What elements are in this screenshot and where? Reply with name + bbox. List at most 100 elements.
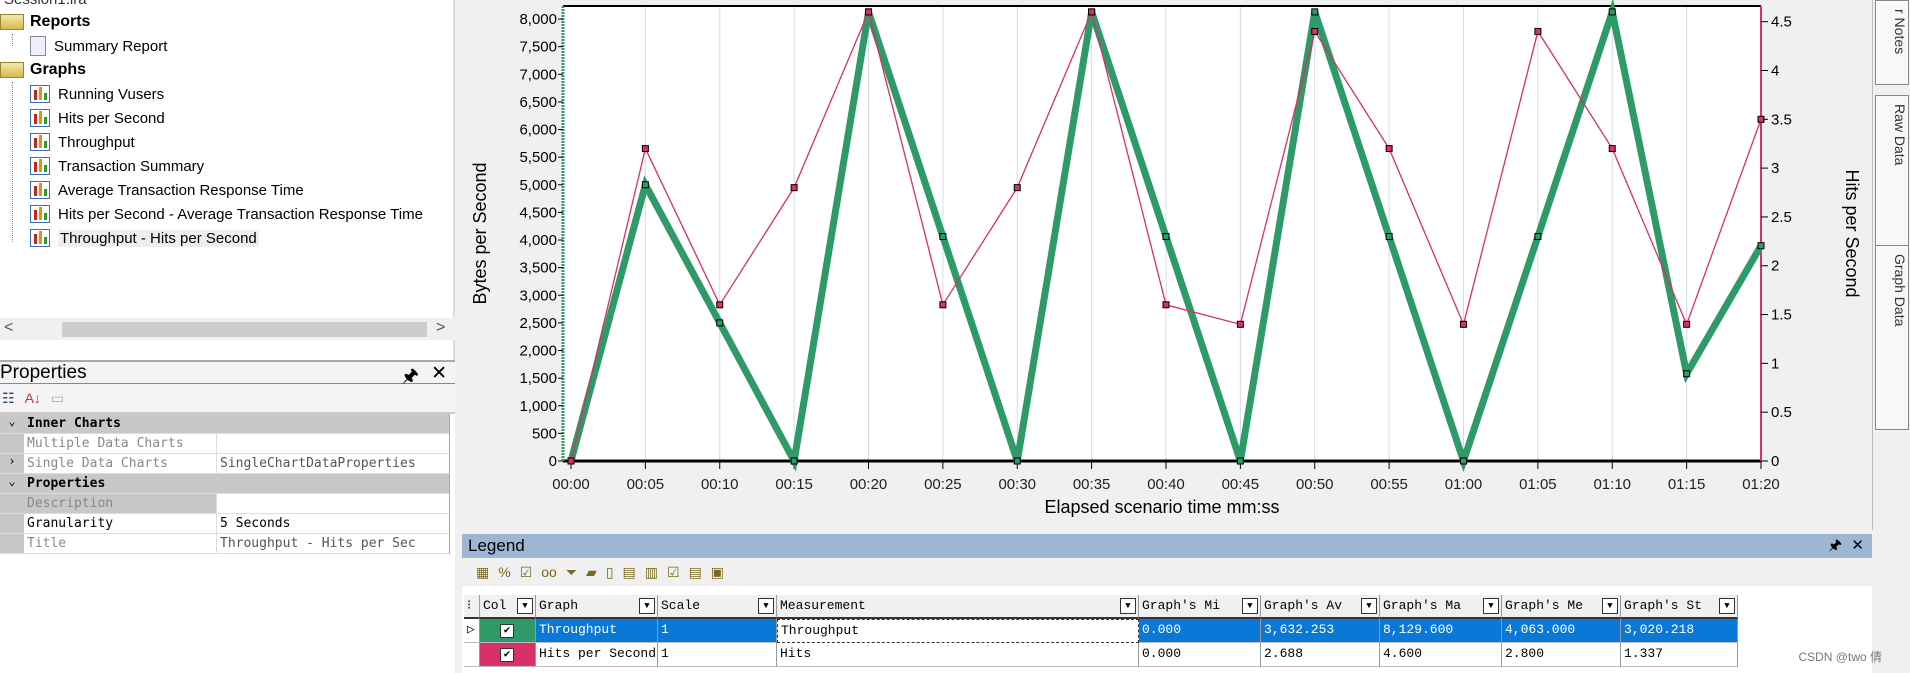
tree-node-reports[interactable]: Reports	[0, 11, 90, 33]
filter-icon[interactable]: ⏷	[566, 564, 577, 581]
configure-icon[interactable]: ▰	[586, 564, 597, 581]
row-selector[interactable]: ▷	[464, 619, 480, 643]
property-value[interactable]	[217, 494, 449, 513]
row-selector-header[interactable]: ⁝	[464, 595, 480, 619]
copy-icon[interactable]: ▯	[606, 564, 614, 581]
color-cell[interactable]: ✔	[480, 643, 536, 667]
graph-icon	[30, 157, 50, 175]
property-value[interactable]	[217, 434, 449, 453]
x-tick-label: 01:20	[1742, 476, 1780, 493]
table-icon[interactable]: ▤	[689, 564, 702, 581]
close-icon[interactable]: ✕	[1851, 534, 1864, 558]
expand-icon[interactable]	[0, 494, 24, 513]
column-header[interactable]: Graph's Mi ▼	[1139, 595, 1261, 619]
visibility-checkbox[interactable]: ✔	[500, 648, 514, 662]
data-point	[1385, 145, 1393, 153]
legend-row[interactable]: ▷ ✔ Throughput 1 Throughput 0.000 3,632.253 8,1…	[464, 619, 1738, 643]
show-icon[interactable]: ▦	[476, 564, 489, 581]
side-tabs: r Notes Raw Data Graph Data	[1872, 0, 1910, 530]
property-pages-icon[interactable]: ▭	[51, 390, 64, 407]
scroll-right-icon[interactable]: >	[436, 319, 445, 337]
hide-icon[interactable]: %	[498, 564, 510, 580]
show-only-selected-icon[interactable]: ☑	[520, 564, 533, 581]
side-tab[interactable]: r Notes	[1875, 0, 1909, 85]
session-tree: Session1.lra Reports Summary Report Grap…	[0, 0, 455, 365]
column-dropdown-icon[interactable]: ▼	[1361, 598, 1377, 614]
tree-item-summary-report[interactable]: Summary Report	[30, 35, 167, 57]
expand-icon[interactable]	[0, 434, 24, 453]
x-tick-label: 01:15	[1668, 476, 1706, 493]
pin-icon[interactable]: 🖈	[401, 362, 419, 394]
column-header[interactable]: Measurement ▼	[777, 595, 1139, 619]
tree-item-graph[interactable]: Hits per Second	[30, 107, 165, 129]
expand-icon[interactable]: ›	[0, 454, 24, 473]
chart-area: 00:00 00:05 00:10 00:15 00:20 00:25 00:30 00:35…	[462, 0, 1872, 530]
legend-cell: Hits	[777, 643, 1139, 667]
column-dropdown-icon[interactable]: ▼	[1120, 598, 1136, 614]
expand-icon[interactable]	[0, 534, 24, 553]
column-dropdown-icon[interactable]: ▼	[1483, 598, 1499, 614]
close-icon[interactable]: ✕	[431, 362, 447, 385]
column-header[interactable]: Col ▼	[480, 595, 536, 619]
sort-alpha-icon[interactable]: A↓	[25, 390, 41, 406]
tree-item-graph[interactable]: Throughput	[30, 131, 135, 153]
tree-item-graph[interactable]: Running Vusers	[30, 83, 164, 105]
property-row[interactable]: Multiple Data Charts	[0, 434, 449, 454]
tree-node-graphs[interactable]: Graphs	[0, 59, 86, 81]
row-selector[interactable]	[464, 643, 480, 667]
column-header[interactable]: Scale ▼	[658, 595, 777, 619]
column-header[interactable]: Graph's St ▼	[1621, 595, 1738, 619]
data-point	[790, 457, 798, 465]
legend-cell: 2.688	[1261, 643, 1380, 667]
y2-tick-label: 2.5	[1771, 209, 1792, 226]
property-category[interactable]: ⌄ Inner Charts	[0, 414, 449, 434]
column-dropdown-icon[interactable]: ▼	[758, 598, 774, 614]
y2-tick-label: 1	[1771, 355, 1779, 372]
legend-cell: 3,632.253	[1261, 619, 1380, 643]
column-header[interactable]: Graph ▼	[536, 595, 658, 619]
column-dropdown-icon[interactable]: ▼	[517, 598, 533, 614]
y-tick-label: 5,500	[519, 149, 557, 166]
property-row[interactable]: Description	[0, 494, 449, 514]
collapse-icon[interactable]: ⌄	[0, 414, 24, 433]
tree-item-graph[interactable]: Transaction Summary	[30, 155, 204, 177]
property-category[interactable]: ⌄ Properties	[0, 474, 449, 494]
tree-item-graph[interactable]: Hits per Second - Average Transaction Re…	[30, 203, 423, 225]
session-node[interactable]: Session1.lra	[4, 0, 87, 10]
properties-title: Properties	[0, 362, 87, 383]
property-row[interactable]: › Single Data Charts SingleChartDataProper…	[0, 454, 449, 474]
column-header[interactable]: Graph's Av ▼	[1261, 595, 1380, 619]
select-all-icon[interactable]: ☑	[667, 564, 680, 581]
column-dropdown-icon[interactable]: ▼	[1719, 598, 1735, 614]
categorized-icon[interactable]: ☷	[2, 390, 15, 407]
property-value[interactable]: Throughput - Hits per Sec	[217, 534, 449, 553]
columns-icon[interactable]: ▥	[645, 564, 658, 581]
column-header[interactable]: Graph's Me ▼	[1502, 595, 1621, 619]
collapse-icon[interactable]: ⌄	[0, 474, 24, 493]
tree-item-graph[interactable]: Throughput - Hits per Second	[30, 227, 259, 249]
column-dropdown-icon[interactable]: ▼	[1602, 598, 1618, 614]
property-key: Single Data Charts	[24, 454, 217, 473]
column-dropdown-icon[interactable]: ▼	[639, 598, 655, 614]
scroll-left-icon[interactable]: <	[4, 319, 13, 337]
find-icon[interactable]: oo	[541, 564, 557, 580]
property-value[interactable]: 5 Seconds	[217, 514, 449, 533]
x-tick-label: 00:55	[1370, 476, 1408, 493]
side-tab[interactable]: Raw Data	[1875, 95, 1909, 270]
measurement-icon[interactable]: ▤	[623, 564, 636, 581]
color-cell[interactable]: ✔	[480, 619, 536, 643]
property-value[interactable]: SingleChartDataProperties	[217, 454, 449, 473]
column-header[interactable]: Graph's Ma ▼	[1380, 595, 1502, 619]
property-row[interactable]: Granularity 5 Seconds	[0, 514, 449, 534]
scroll-thumb[interactable]	[62, 322, 427, 337]
column-dropdown-icon[interactable]: ▼	[1242, 598, 1258, 614]
tree-item-graph[interactable]: Average Transaction Response Time	[30, 179, 304, 201]
tree-horizontal-scrollbar[interactable]: < >	[0, 318, 455, 340]
property-row[interactable]: Title Throughput - Hits per Sec	[0, 534, 449, 554]
export-icon[interactable]: ▣	[711, 564, 724, 581]
legend-row[interactable]: ✔ Hits per Second 1 Hits 0.000 2.688 4.600 2.80…	[464, 643, 1738, 667]
visibility-checkbox[interactable]: ✔	[500, 624, 514, 638]
pin-icon[interactable]: 🖈	[1828, 534, 1842, 558]
expand-icon[interactable]	[0, 514, 24, 533]
side-tab[interactable]: Graph Data	[1875, 245, 1909, 430]
